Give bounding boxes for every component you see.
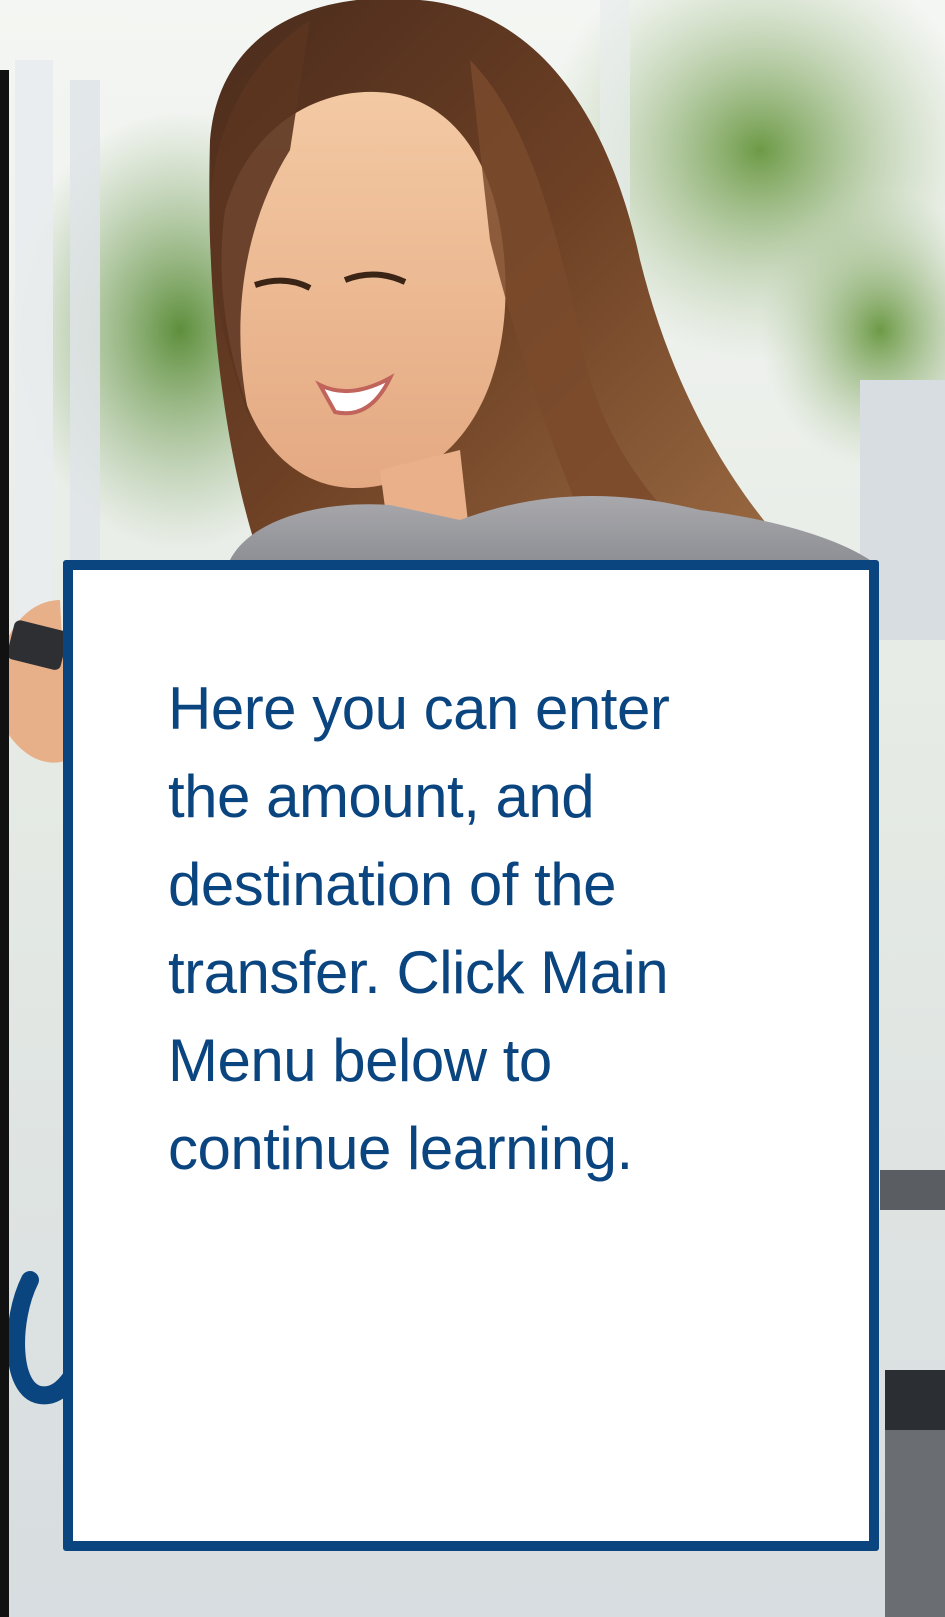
callout-instruction-text: Here you can enter the amount, and desti…: [168, 675, 670, 1182]
tutorial-callout-box: Here you can enter the amount, and desti…: [63, 560, 879, 1551]
frame-edge-line: [0, 70, 9, 1617]
tutorial-screen: Here you can enter the amount, and desti…: [0, 0, 945, 1617]
